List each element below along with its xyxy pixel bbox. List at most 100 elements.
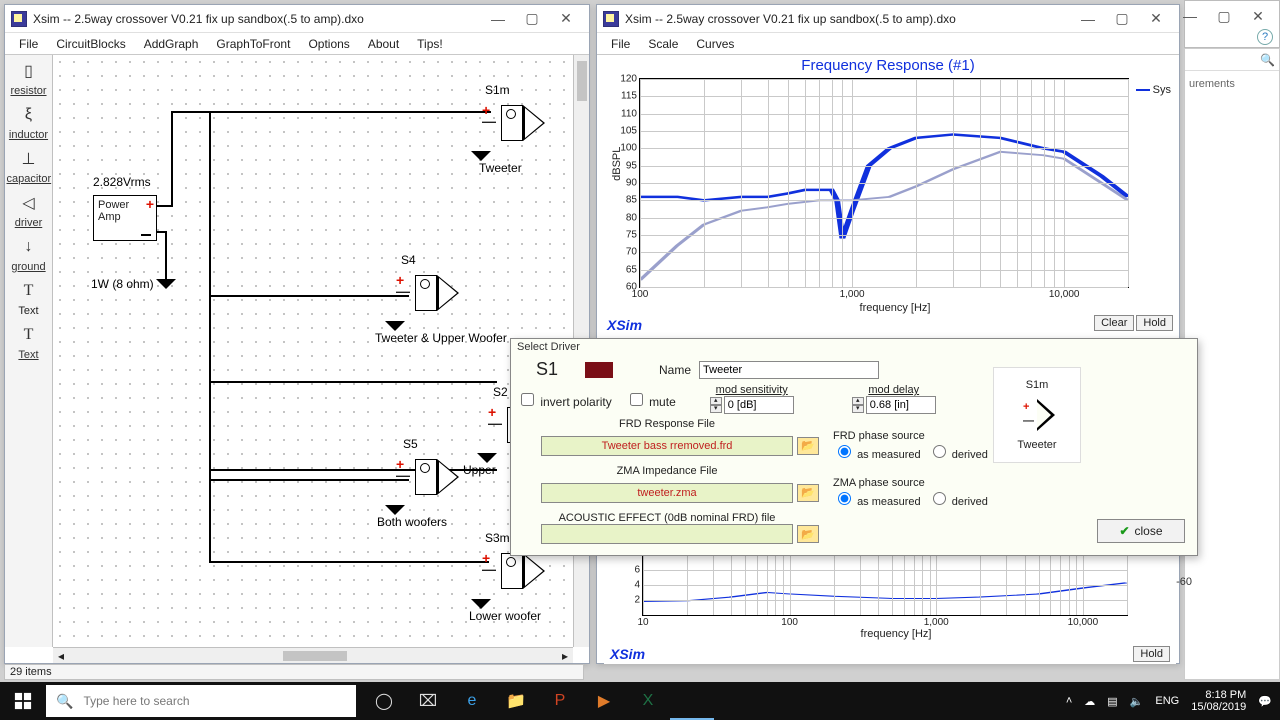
titlebar-right[interactable]: Xsim -- 2.5way crossover V0.21 fix up sa… [597, 5, 1179, 33]
driver-s3m[interactable]: +— [501, 553, 523, 589]
ground-icon [156, 279, 176, 289]
bg-search-icon[interactable]: 🔍 [1185, 49, 1279, 71]
mod-sensitivity-stepper[interactable]: ▴▾ [710, 396, 794, 414]
spin-down-icon[interactable]: ▾ [852, 405, 864, 413]
menu-file[interactable]: File [11, 35, 46, 53]
dialog-title[interactable]: Select Driver [511, 339, 1197, 355]
amp-voltage: 2.828Vrms [93, 175, 151, 189]
driver-preview: S1m + — Tweeter [993, 367, 1081, 463]
scroll-right-icon[interactable]: ▸ [557, 649, 573, 663]
schematic-canvas[interactable]: 2.828Vrms Power Amp + 1W (8 ohm) [53, 55, 573, 647]
bg-close[interactable]: ✕ [1241, 5, 1275, 27]
bg-maximize[interactable]: ▢ [1207, 5, 1241, 27]
spin-down-icon[interactable]: ▾ [710, 405, 722, 413]
menu-scale[interactable]: Scale [640, 35, 686, 53]
minimize-button-left[interactable]: — [481, 8, 515, 30]
fr-plot[interactable]: 60657075808590951001051101151201001,0001… [639, 78, 1129, 288]
tool-capacitor[interactable]: ⊥capacitor [7, 147, 51, 185]
background-window-strip: — ▢ ✕ ? [1184, 0, 1280, 48]
cortana-button[interactable]: ⌧ [406, 682, 450, 720]
driver-s4[interactable]: +— [415, 275, 437, 311]
ae-file-field[interactable] [541, 524, 793, 544]
color-swatch[interactable] [585, 362, 613, 378]
help-icon[interactable]: ? [1257, 29, 1273, 45]
mod-delay-stepper[interactable]: ▴▾ [852, 396, 936, 414]
invert-polarity-checkbox[interactable]: invert polarity [517, 390, 612, 409]
text-icon: T [17, 323, 41, 347]
browse-ae-button[interactable]: 📂 [797, 525, 819, 543]
background-side-panel: 🔍 urements [1184, 48, 1280, 680]
edge-button[interactable]: e [450, 682, 494, 720]
close-button-left[interactable]: ✕ [549, 8, 583, 30]
name-field[interactable] [699, 361, 879, 379]
spin-up-icon[interactable]: ▴ [710, 397, 722, 405]
clear-button[interactable]: Clear [1094, 315, 1134, 331]
menu-curves[interactable]: Curves [688, 35, 742, 53]
window-title-left: Xsim -- 2.5way crossover V0.21 fix up sa… [33, 12, 481, 26]
driver-s5[interactable]: +— [415, 459, 437, 495]
spin-up-icon[interactable]: ▴ [852, 397, 864, 405]
driver-s1m[interactable]: +— [501, 105, 523, 141]
titlebar-left[interactable]: Xsim -- 2.5way crossover V0.21 fix up sa… [5, 5, 589, 33]
notifications-icon[interactable]: 💬 [1258, 695, 1272, 708]
tool-text-2[interactable]: TText [7, 323, 51, 361]
tool-inductor[interactable]: ξinductor [7, 103, 51, 141]
close-button-right[interactable]: ✕ [1139, 8, 1173, 30]
explorer-button[interactable]: 📁 [494, 682, 538, 720]
frd-file-field[interactable]: Tweeter bass rremoved.frd [541, 436, 793, 456]
driver-id: S1m [485, 83, 510, 97]
driver-icon: ◁ [17, 191, 41, 215]
zma-file-label: ZMA Impedance File [517, 465, 817, 477]
tray-language[interactable]: ENG [1155, 695, 1179, 707]
tool-text-1[interactable]: TText [7, 279, 51, 317]
xsim-brand: XSim [610, 646, 645, 662]
amp-power: 1W (8 ohm) [91, 277, 154, 291]
horizontal-scrollbar[interactable]: ◂ ▸ [53, 647, 573, 663]
tray-volume-icon[interactable]: 🔈 [1130, 695, 1144, 708]
plus-icon: + [146, 196, 154, 212]
frd-phase-measured[interactable]: as measured [833, 449, 921, 461]
maximize-button-left[interactable]: ▢ [515, 8, 549, 30]
browse-frd-button[interactable]: 📂 [797, 437, 819, 455]
system-tray[interactable]: ˄ ☁ ▤ 🔈 ENG 8:18 PM 15/08/2019 💬 [1066, 689, 1280, 713]
select-driver-dialog: Select Driver S1 Name invert polarity mu… [510, 338, 1198, 556]
menu-graphtofront[interactable]: GraphToFront [208, 35, 298, 53]
minimize-button-right[interactable]: — [1071, 8, 1105, 30]
capacitor-icon: ⊥ [17, 147, 41, 171]
tray-chevron-icon[interactable]: ˄ [1066, 695, 1072, 707]
tool-ground[interactable]: ↓ground [7, 235, 51, 273]
maximize-button-right[interactable]: ▢ [1105, 8, 1139, 30]
media-button[interactable]: ▶ [582, 682, 626, 720]
menu-file-r[interactable]: File [603, 35, 638, 53]
x-axis-label: frequency [Hz] [624, 628, 1168, 640]
z-plot[interactable]: 246101001,00010,000 [642, 554, 1128, 616]
mod-delay-label: mod delay [868, 384, 919, 396]
excel-button[interactable]: X [626, 682, 670, 720]
menu-circuitblocks[interactable]: CircuitBlocks [48, 35, 133, 53]
zma-file-field[interactable]: tweeter.zma [541, 483, 793, 503]
taskbar-search[interactable]: 🔍 Type here to search [46, 685, 356, 717]
mute-checkbox[interactable]: mute [626, 390, 676, 409]
zma-phase-derived[interactable]: derived [928, 496, 988, 508]
tray-cloud-icon[interactable]: ☁ [1084, 695, 1095, 708]
close-button[interactable]: ✔ close [1097, 519, 1185, 543]
scroll-left-icon[interactable]: ◂ [53, 649, 69, 663]
hold-button[interactable]: Hold [1136, 315, 1173, 331]
zma-phase-measured[interactable]: as measured [833, 496, 921, 508]
tool-resistor[interactable]: ▯resistor [7, 59, 51, 97]
task-view-button[interactable]: ◯ [362, 682, 406, 720]
menu-options[interactable]: Options [300, 35, 357, 53]
menu-tips[interactable]: Tips! [409, 35, 451, 53]
start-button[interactable] [0, 682, 46, 720]
power-amp-block[interactable]: Power Amp + [93, 195, 157, 241]
browse-zma-button[interactable]: 📂 [797, 484, 819, 502]
menu-addgraph[interactable]: AddGraph [136, 35, 207, 53]
xsim-taskbar-button[interactable] [670, 682, 714, 720]
menu-about[interactable]: About [360, 35, 407, 53]
tray-network-icon[interactable]: ▤ [1107, 695, 1117, 708]
taskbar-clock[interactable]: 8:18 PM 15/08/2019 [1191, 689, 1246, 713]
hold-button-2[interactable]: Hold [1133, 646, 1170, 662]
frd-phase-derived[interactable]: derived [928, 449, 988, 461]
tool-driver[interactable]: ◁driver [7, 191, 51, 229]
powerpoint-button[interactable]: P [538, 682, 582, 720]
